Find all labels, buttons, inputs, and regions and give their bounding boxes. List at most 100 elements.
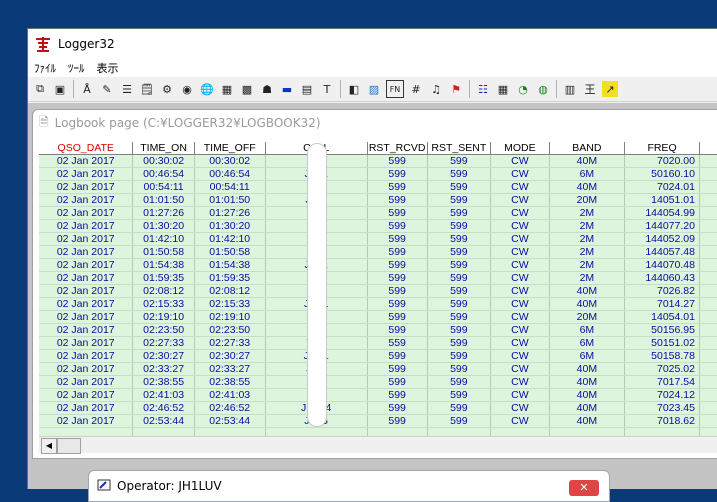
col-header-extra[interactable] (699, 142, 717, 155)
table-cell[interactable]: 7020.00 (624, 154, 700, 168)
table-cell[interactable]: 599 (427, 180, 492, 194)
satellite-icon[interactable]: ⚙ (159, 81, 175, 97)
table-cell[interactable]: CW (490, 297, 550, 311)
table-cell[interactable]: 02 Jan 2017 (39, 336, 134, 350)
table-cell[interactable]: 20M (549, 193, 626, 207)
table-cell[interactable]: 599 (427, 154, 492, 168)
table-cell[interactable]: 01:59:35 (132, 271, 195, 285)
table-cell[interactable]: 40M (549, 388, 626, 402)
table-cell[interactable]: 02:46:52 (132, 401, 195, 415)
table-cell[interactable]: 599 (367, 167, 428, 181)
table-cell[interactable]: 599 (367, 375, 428, 389)
menu-file[interactable]: ﾌｧｲﾙ (28, 60, 62, 76)
hash-icon[interactable]: # (408, 81, 424, 97)
table-cell[interactable] (699, 375, 717, 389)
table-cell[interactable]: 02 Jan 2017 (39, 349, 134, 363)
table-cell[interactable]: 02:33:27 (132, 362, 195, 376)
table-cell[interactable] (699, 401, 717, 415)
scroll-thumb[interactable] (57, 438, 81, 454)
table-cell[interactable]: 02 Jan 2017 (39, 219, 134, 233)
table-cell[interactable]: CW (490, 245, 550, 259)
table-cell[interactable]: 6M (549, 167, 626, 181)
table-row[interactable]: 02 Jan 201701:01:5001:01:50JF Y599599CW2… (39, 193, 717, 207)
col-header-time-off[interactable]: TIME_OFF (194, 142, 266, 155)
table-cell[interactable]: CW (490, 193, 550, 207)
table-cell[interactable] (699, 271, 717, 285)
table-cell[interactable]: 40M (549, 414, 626, 428)
table-cell[interactable]: 02:08:12 (132, 284, 195, 298)
table-cell[interactable]: 02:53:44 (194, 414, 266, 428)
table-row[interactable]: 02 Jan 201700:30:0200:30:02JI / 599599CW… (39, 154, 717, 168)
table-cell[interactable]: 02:38:55 (194, 375, 266, 389)
table-cell[interactable]: 6M (549, 336, 626, 350)
table-cell[interactable]: CW (490, 388, 550, 402)
table-cell[interactable]: 02:41:03 (194, 388, 266, 402)
table-cell[interactable]: 2M (549, 258, 626, 272)
calc-icon[interactable]: ▥ (562, 81, 578, 97)
table-cell[interactable]: 01:42:10 (132, 232, 195, 246)
table-cell[interactable]: 599 (427, 258, 492, 272)
table-cell[interactable]: 01:01:50 (194, 193, 266, 207)
table-row[interactable]: 02 Jan 201701:54:3801:54:38JA /1599599CW… (39, 258, 717, 272)
table-cell[interactable]: 6M (549, 349, 626, 363)
robot-icon[interactable]: ☗ (259, 81, 275, 97)
table-cell[interactable]: 02 Jan 2017 (39, 245, 134, 259)
table-cell[interactable]: 6M (549, 323, 626, 337)
table-cell[interactable]: 02 Jan 2017 (39, 375, 134, 389)
table-cell[interactable]: 14054.01 (624, 310, 700, 324)
table-cell[interactable]: 01:50:58 (132, 245, 195, 259)
table-cell[interactable] (699, 219, 717, 233)
table-cell[interactable] (699, 206, 717, 220)
table-cell[interactable]: 599 (367, 388, 428, 402)
table-cell[interactable]: CW (490, 336, 550, 350)
text-icon[interactable]: T (319, 81, 335, 97)
table-cell[interactable]: 599 (427, 310, 492, 324)
table-cell[interactable]: 02 Jan 2017 (39, 388, 134, 402)
table-cell[interactable]: 599 (367, 271, 428, 285)
table-cell[interactable]: 00:46:54 (194, 167, 266, 181)
col-header-time-on[interactable]: TIME_ON (132, 142, 195, 155)
table-row[interactable]: 02 Jan 201701:42:1001:42:10JI B599599CW2… (39, 232, 717, 246)
table-row[interactable]: 02 Jan 201702:08:1202:08:12JI Q599599CW4… (39, 284, 717, 298)
table-cell[interactable]: 599 (427, 349, 492, 363)
text-tool-icon[interactable]: Å (79, 81, 95, 97)
col-header-rst-sent[interactable]: RST_SENT (427, 142, 492, 155)
table-cell[interactable] (699, 388, 717, 402)
table-cell[interactable]: 2M (549, 206, 626, 220)
table-cell[interactable]: 50160.10 (624, 167, 700, 181)
table-cell[interactable] (699, 193, 717, 207)
table-cell[interactable]: 599 (367, 258, 428, 272)
table-cell[interactable]: 599 (367, 245, 428, 259)
table-cell[interactable]: 02 Jan 2017 (39, 258, 134, 272)
table-cell[interactable]: 02:53:44 (132, 414, 195, 428)
flag-icon[interactable]: ⚑ (448, 81, 464, 97)
table-row[interactable]: 02 Jan 201702:33:2702:33:27JI /2599599CW… (39, 362, 717, 376)
table-cell[interactable]: 02 Jan 2017 (39, 180, 134, 194)
table-cell[interactable] (699, 232, 717, 246)
close-button[interactable]: ✕ (569, 480, 599, 496)
table-cell[interactable]: CW (490, 219, 550, 233)
table-cell[interactable]: 599 (427, 219, 492, 233)
table-cell[interactable]: 7024.01 (624, 180, 700, 194)
table-cell[interactable]: 599 (367, 206, 428, 220)
table-cell[interactable]: 599 (427, 206, 492, 220)
table-row[interactable]: 02 Jan 201701:50:5801:50:587 J599599CW2M… (39, 245, 717, 259)
letter-icon[interactable]: 王 (582, 81, 598, 97)
table-row[interactable]: 02 Jan 201702:30:2702:30:27JQ /1599599CW… (39, 349, 717, 363)
table-cell[interactable]: 02:23:50 (132, 323, 195, 337)
table-cell[interactable] (699, 336, 717, 350)
table-cell[interactable]: 599 (427, 271, 492, 285)
table-cell[interactable]: 599 (367, 323, 428, 337)
table-cell[interactable]: 02 Jan 2017 (39, 271, 134, 285)
table-cell[interactable]: CW (490, 206, 550, 220)
table-cell[interactable] (699, 310, 717, 324)
col-header-mode[interactable]: MODE (490, 142, 550, 155)
calendar-icon[interactable]: ▦ (495, 81, 511, 97)
table-row[interactable]: 02 Jan 201702:41:0302:41:03J T599599CW40… (39, 388, 717, 402)
table-cell[interactable]: 50158.78 (624, 349, 700, 363)
table-cell[interactable]: 02 Jan 2017 (39, 284, 134, 298)
table-row[interactable]: 02 Jan 201701:30:2001:30:20J I599599CW2M… (39, 219, 717, 233)
table-cell[interactable]: 2M (549, 219, 626, 233)
table-row[interactable]: 02 Jan 201702:27:3302:27:337I G559599CW6… (39, 336, 717, 350)
save-icon[interactable]: ▣ (52, 81, 68, 97)
